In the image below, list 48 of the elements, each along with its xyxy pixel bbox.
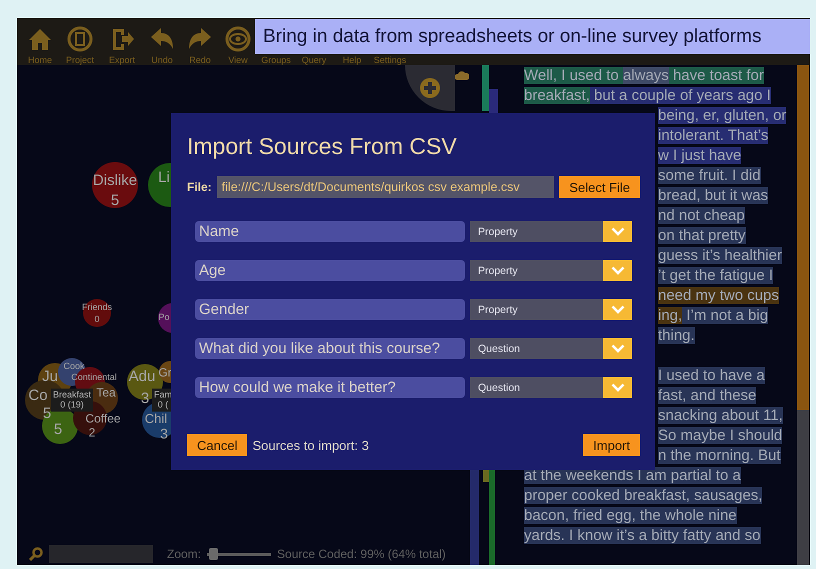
transcript-text: Well, I used to bbox=[524, 67, 623, 84]
bubble-count: 3 bbox=[160, 426, 168, 442]
transcript-text: ing, bbox=[658, 307, 682, 324]
transcript-text: always bbox=[622, 67, 669, 84]
bubble-count: 5 bbox=[42, 406, 52, 422]
caption-tooltip: Bring in data from spreadsheets or on-line survey platforms bbox=[255, 19, 810, 54]
transcript-text: proper cooked breakfast, sausages, bbox=[524, 487, 762, 504]
transcript-text: bacon, fried egg, the whole nine bbox=[524, 507, 737, 524]
bubble-label: Coffee bbox=[85, 412, 121, 426]
transcript-text: So maybe I should bbox=[658, 427, 782, 444]
bubble-count: 5 bbox=[54, 422, 62, 438]
transcript-text: yards. I know it’s a bitty fatty and so bbox=[524, 527, 760, 544]
dialog-title: Import Sources From CSV bbox=[187, 133, 458, 160]
zoom-label: Zoom: bbox=[167, 547, 202, 561]
transcript-text: n the morning. But bbox=[658, 447, 781, 464]
transcript-text: intolerant. That’s bbox=[658, 127, 768, 144]
file-label: File: bbox=[187, 180, 212, 194]
transcript-text: snacking about 11, bbox=[658, 407, 783, 424]
bubble-count: 2 bbox=[88, 426, 96, 440]
bubble-count: 5 bbox=[110, 192, 120, 210]
transcript-text: nd not cheap bbox=[658, 207, 745, 224]
bubble-label: Cook bbox=[64, 362, 84, 372]
transcript-text: ’t get the fatigue I bbox=[658, 267, 774, 284]
bubble-label: Ju bbox=[42, 368, 58, 386]
bubble-label: Dislike bbox=[92, 172, 138, 190]
bubble-label: Po bbox=[158, 313, 170, 323]
transcript-text: but a couple of years ago I bbox=[590, 87, 771, 104]
bubble-label: Tea bbox=[96, 386, 116, 400]
bubble-count: 0 bbox=[94, 315, 100, 325]
transcript-text: bread, but it was bbox=[658, 187, 768, 204]
bubble-label: Chil bbox=[144, 412, 168, 426]
transcript-text: need my two cups bbox=[658, 287, 779, 304]
transcript-text: w I just have bbox=[658, 147, 742, 164]
coded-status: Source Coded: 99% (64% total) bbox=[277, 547, 446, 561]
transcript-text: I’m not a big bbox=[682, 307, 768, 324]
transcript-text: guess it’s healthier bbox=[658, 247, 782, 264]
transcript-text: breakfast, bbox=[524, 87, 590, 104]
transcript-text: have toast for bbox=[668, 67, 764, 84]
bubble-label: Li bbox=[158, 170, 170, 186]
transcript-text: fast, and these bbox=[658, 387, 756, 404]
sources-count: Sources to import: 3 bbox=[252, 438, 369, 452]
transcript-text: thing. bbox=[658, 327, 695, 344]
transcript-text: I used to have a bbox=[658, 367, 765, 384]
bubble-label: Gr bbox=[158, 366, 172, 380]
transcript-text: on that pretty bbox=[658, 227, 746, 244]
bubble-label: Co bbox=[28, 388, 48, 404]
transcript-text: some fruit. I did bbox=[658, 167, 761, 184]
bubble-label: Adu bbox=[128, 368, 156, 386]
